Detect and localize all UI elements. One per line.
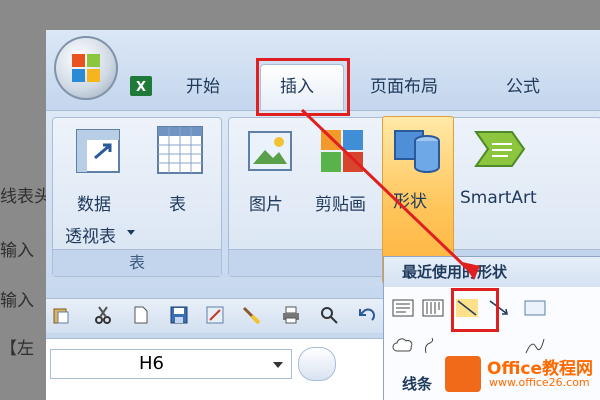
- watermark: Office教程网 www.office26.com: [445, 352, 600, 400]
- pivot-table-icon: [76, 129, 120, 173]
- save-icon[interactable]: [170, 306, 188, 324]
- tab-home[interactable]: 开始: [186, 72, 220, 97]
- clip-art-button-label[interactable]: 剪贴画: [315, 190, 366, 215]
- watermark-url: www.office26.com: [489, 376, 590, 389]
- office-logo-icon: [72, 54, 100, 82]
- office-watermark-logo: [445, 356, 481, 392]
- name-box[interactable]: H6: [50, 349, 292, 379]
- smartart-button-label[interactable]: SmartArt: [460, 188, 537, 208]
- excel-screenshot: X 开始 插入 页面布局 公式 数据 透视表 表 表 图片 剪贴画 形状 Sma…: [46, 30, 600, 400]
- excel-icon: X: [130, 76, 152, 96]
- insert-tab-highlight: [256, 58, 350, 116]
- table-group-label: 表: [53, 249, 221, 276]
- picture-button-label[interactable]: 图片: [249, 190, 283, 215]
- office-button[interactable]: [54, 36, 118, 100]
- lines-section-label: 线条: [402, 375, 433, 393]
- rectangle-shape-icon[interactable]: [524, 299, 546, 317]
- print-preview-icon[interactable]: [206, 306, 224, 324]
- line-shape-highlight: [451, 288, 499, 332]
- background-text-4: 【左: [0, 339, 34, 359]
- tab-page-layout[interactable]: 页面布局: [370, 72, 438, 97]
- pivot-dropdown-arrow-icon[interactable]: [127, 230, 135, 235]
- smartart-icon: [474, 131, 526, 167]
- print-icon[interactable]: [282, 306, 300, 324]
- background-text-1: 线表头: [0, 187, 51, 207]
- background-text-3: 输入: [0, 291, 34, 311]
- pivot-table-label-1[interactable]: 数据: [77, 190, 111, 215]
- recent-shapes-header: 最近使用的形状: [384, 257, 600, 287]
- formula-bar-button[interactable]: [298, 347, 336, 381]
- table-icon: [157, 126, 203, 174]
- picture-icon: [248, 131, 292, 171]
- zoom-icon[interactable]: [320, 306, 338, 324]
- shapes-icon: [394, 130, 440, 173]
- format-painter-icon[interactable]: [242, 306, 260, 324]
- table-group: 数据 透视表 表 表: [52, 117, 222, 277]
- svg-text:X: X: [136, 80, 146, 95]
- new-document-icon[interactable]: [132, 306, 150, 324]
- undo-icon[interactable]: [358, 306, 376, 324]
- background-text-2: 输入: [0, 241, 34, 261]
- vertical-text-box-shape-icon[interactable]: [422, 299, 444, 317]
- tab-formulas[interactable]: 公式: [506, 72, 540, 97]
- cut-icon[interactable]: [94, 306, 112, 324]
- name-box-dropdown-icon[interactable]: [273, 362, 283, 368]
- cloud-shape-icon[interactable]: [392, 337, 414, 355]
- pivot-table-label-2[interactable]: 透视表: [65, 222, 116, 247]
- name-box-value: H6: [139, 353, 164, 374]
- clip-art-icon: [321, 130, 363, 172]
- text-box-shape-icon[interactable]: [392, 299, 414, 317]
- table-button-label[interactable]: 表: [169, 190, 186, 215]
- paste-icon[interactable]: [52, 306, 70, 324]
- curve-shape-icon[interactable]: [422, 337, 444, 355]
- shapes-button-label: 形状: [393, 192, 427, 212]
